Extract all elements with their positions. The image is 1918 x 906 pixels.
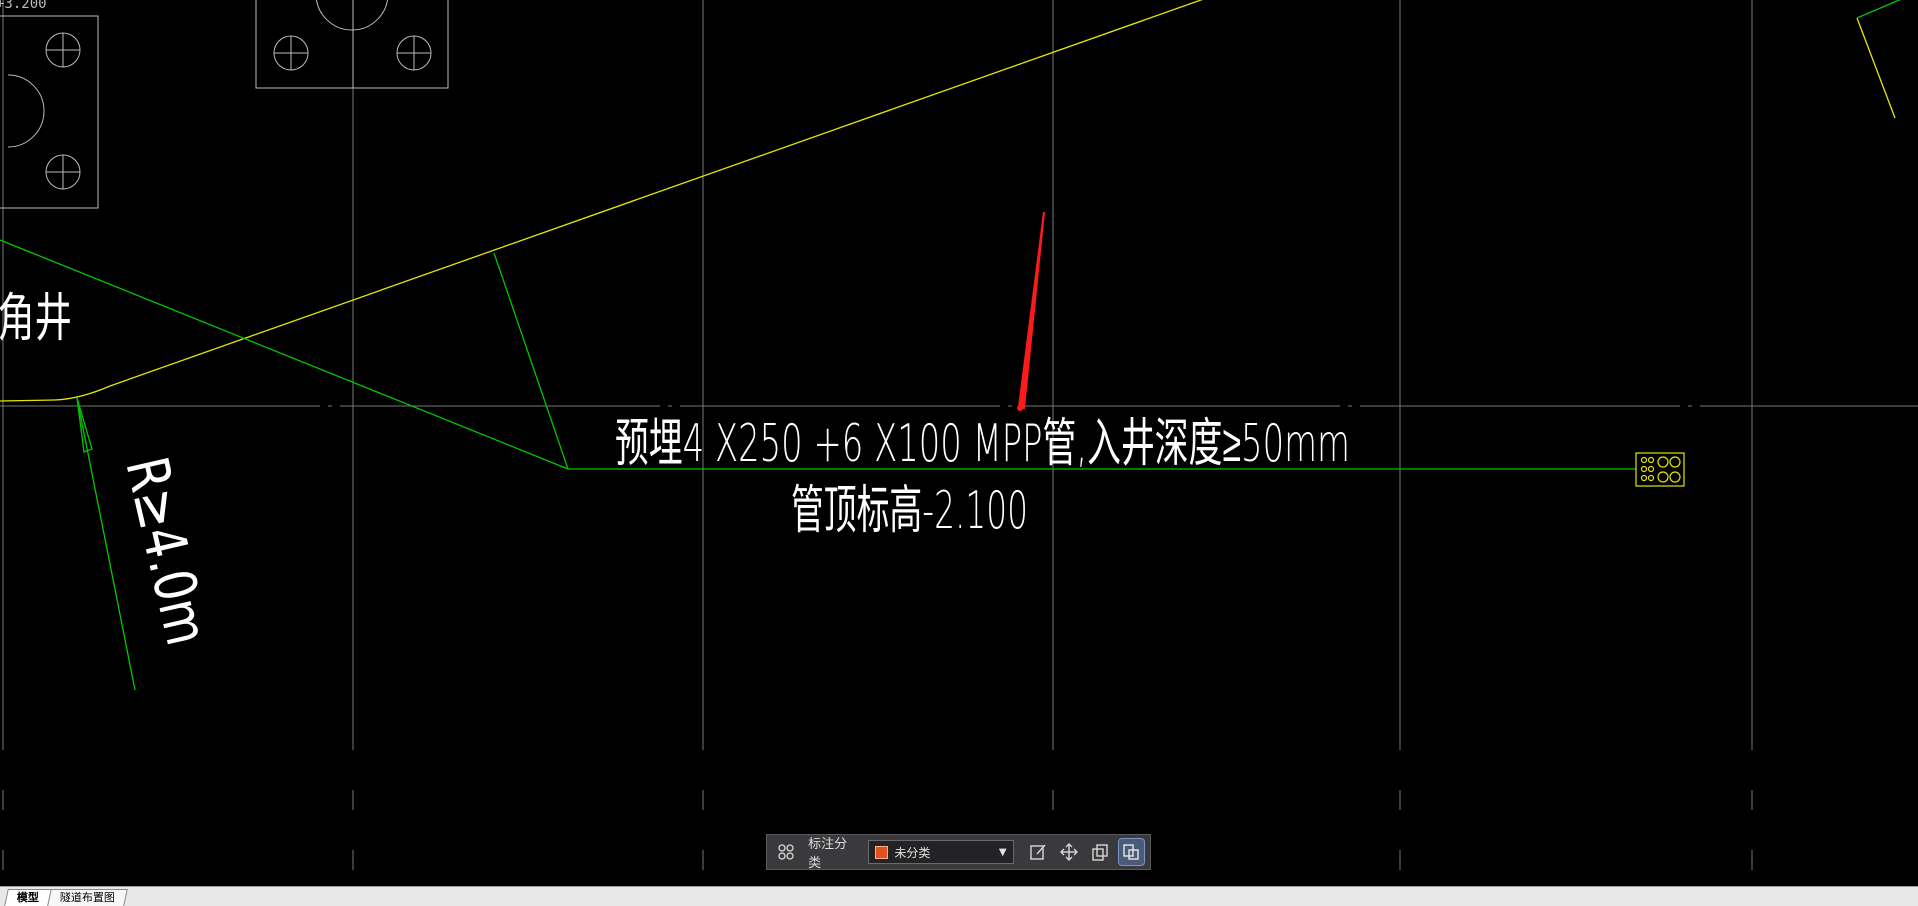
radius-label: R≥4.0m xyxy=(112,451,221,651)
well-label: 直角井 xyxy=(0,289,72,349)
red-pointer-arrow xyxy=(1017,211,1045,410)
green-line-right xyxy=(1856,0,1901,19)
note-line-1: 预埋4 X250 +6 X100 MPP管,入井深度≥50mm xyxy=(615,414,1350,474)
tab-tunnel-layout[interactable]: 隧道布置图 xyxy=(47,889,128,906)
copy-icon[interactable] xyxy=(1088,839,1113,865)
tab-model[interactable]: 模型 xyxy=(4,889,52,906)
edit-icon[interactable] xyxy=(1026,839,1051,865)
well-symbol-top xyxy=(255,0,449,89)
tab-tunnel-layout-label: 隧道布置图 xyxy=(59,891,115,904)
annotation-toolbar: 标注分类 未分类 ▼ xyxy=(766,834,1151,871)
category-select[interactable]: 未分类 ▼ xyxy=(868,840,1014,864)
red-arrow-tip xyxy=(1017,405,1023,411)
junction-box-right xyxy=(1635,452,1685,487)
well-symbol-left xyxy=(0,15,99,209)
category-label: 标注分类 xyxy=(808,837,848,871)
category-color-swatch xyxy=(875,845,889,859)
tab-model-label: 模型 xyxy=(16,891,39,904)
layout-tab-bar: 模型 隧道布置图 xyxy=(0,886,1918,906)
cad-drawing-canvas[interactable]: +3.200 预埋4 X250 +6 X100 MPP管,入井深度≥50mm 管… xyxy=(0,0,1918,886)
move-icon[interactable] xyxy=(1057,839,1082,865)
elevation-label: +3.200 xyxy=(0,0,47,12)
yellow-pipe-line xyxy=(0,0,1203,402)
grid-four-icon[interactable] xyxy=(773,839,798,865)
category-select-value: 未分类 xyxy=(894,845,931,860)
yellow-pipe-line-right xyxy=(1856,17,1896,119)
chevron-down-icon: ▼ xyxy=(998,846,1007,858)
note-line-2: 管顶标高-2.100 xyxy=(791,481,1028,541)
paste-icon[interactable] xyxy=(1117,838,1145,866)
